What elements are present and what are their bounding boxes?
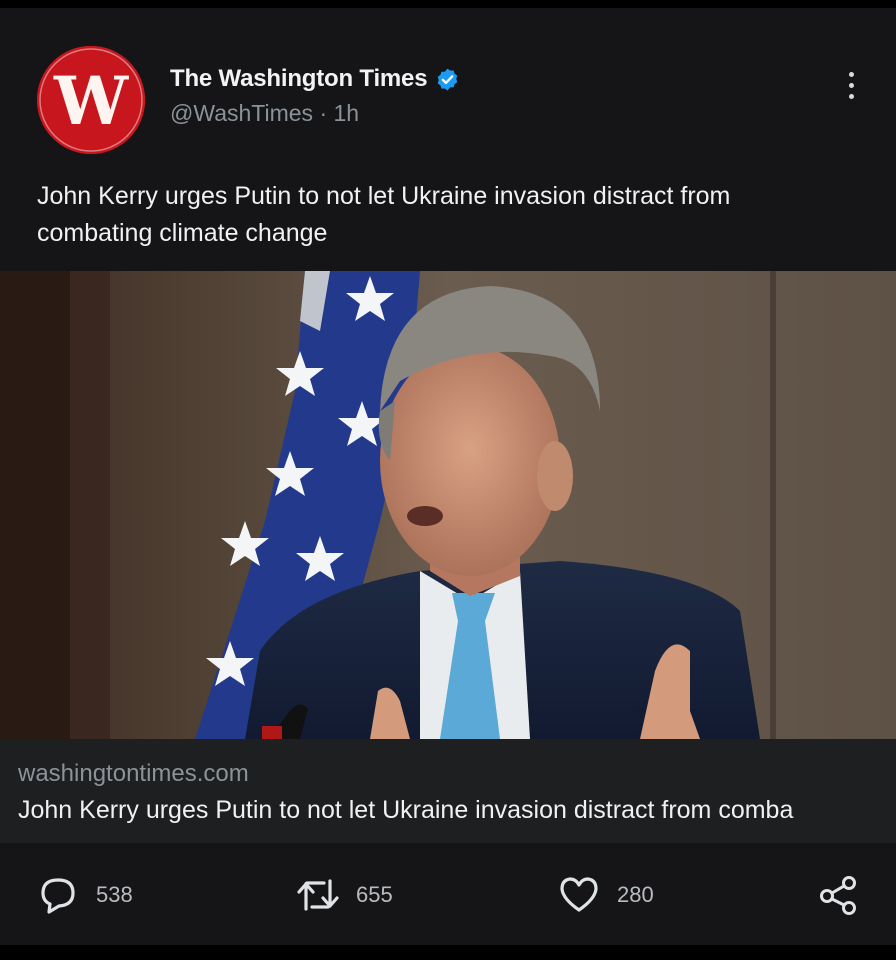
- author-name-row[interactable]: The Washington Times: [170, 65, 460, 93]
- link-title: John Kerry urges Putin to not let Ukrain…: [18, 796, 794, 824]
- tweet-image[interactable]: [0, 271, 896, 739]
- like-count: 280: [617, 882, 654, 907]
- display-name[interactable]: The Washington Times: [170, 65, 428, 93]
- handle[interactable]: @WashTimes: [170, 100, 313, 126]
- reply-button[interactable]: 538: [37, 875, 133, 915]
- link-domain: washingtontimes.com: [18, 760, 249, 787]
- reply-count: 538: [96, 882, 133, 907]
- avatar-letter: W: [53, 62, 129, 140]
- link-card[interactable]: washingtontimes.com John Kerry urges Put…: [0, 739, 896, 843]
- action-bar: 538 655 280: [0, 843, 896, 945]
- share-icon: [820, 876, 856, 915]
- tweet-card[interactable]: W The Washington Times @WashTimes · 1h J…: [0, 8, 896, 945]
- timestamp[interactable]: 1h: [334, 100, 360, 126]
- share-button[interactable]: [818, 875, 860, 915]
- like-button[interactable]: 280: [558, 875, 654, 915]
- tweet-text: John Kerry urges Putin to not let Ukrain…: [37, 182, 731, 247]
- retweet-icon: [297, 879, 339, 911]
- more-options-icon[interactable]: [836, 72, 866, 108]
- handle-row: @WashTimes · 1h: [170, 100, 359, 127]
- avatar[interactable]: W: [37, 46, 145, 154]
- retweet-button[interactable]: 655: [297, 875, 393, 915]
- retweet-count: 655: [356, 882, 393, 907]
- separator-dot: ·: [319, 100, 334, 126]
- photo-image: [0, 271, 896, 739]
- heart-icon: [560, 877, 598, 912]
- reply-icon: [41, 878, 75, 914]
- verified-badge-icon: [438, 68, 458, 90]
- washington-times-logo-icon: W: [37, 46, 145, 154]
